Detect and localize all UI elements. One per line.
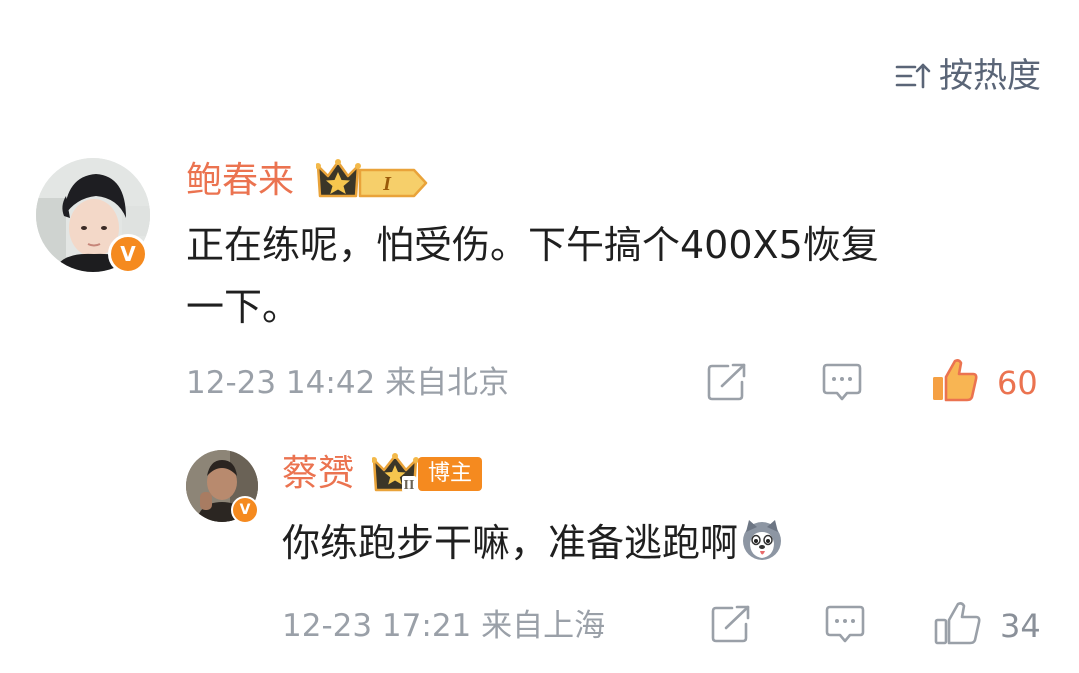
comment-icon xyxy=(822,363,862,401)
sort-by-heat-button[interactable]: 按热度 xyxy=(895,56,1041,96)
like-count: 60 xyxy=(997,364,1038,402)
comment-time: 12-23 14:42 xyxy=(186,365,376,401)
thumbs-up-icon xyxy=(934,602,981,645)
comment-text: 正在练呢，怕受伤。下午搞个400X5恢复 一下。 xyxy=(186,214,1036,338)
share-icon xyxy=(711,605,750,643)
reply-button[interactable] xyxy=(824,604,866,650)
reply-text: 你练跑步干嘛，准备逃跑啊 xyxy=(282,512,784,580)
svg-text:I: I xyxy=(382,173,392,195)
sort-icon xyxy=(895,63,931,89)
user-level-badge[interactable]: II xyxy=(371,452,420,498)
verified-badge-icon: V xyxy=(231,496,259,524)
comment-icon xyxy=(825,605,865,643)
blogger-tag: 博主 xyxy=(418,457,483,491)
like-button[interactable] xyxy=(933,600,983,650)
like-button[interactable] xyxy=(930,357,980,407)
reply-author-name[interactable]: 蔡赟 xyxy=(282,452,354,496)
share-button[interactable] xyxy=(706,362,748,406)
comment-text-line: 正在练呢，怕受伤。下午搞个400X5恢复 xyxy=(186,223,879,267)
verified-badge-icon: V xyxy=(108,234,148,274)
svg-text:II: II xyxy=(404,478,415,493)
user-level-badge[interactable]: I xyxy=(315,156,430,206)
comment-location: 来自北京 xyxy=(385,365,510,401)
husky-emoji-icon xyxy=(740,518,784,580)
comment-author-name[interactable]: 鲍春来 xyxy=(186,159,294,203)
reply-meta: 12-23 17:21 来自上海 xyxy=(282,606,605,646)
reply-time: 12-23 17:21 xyxy=(282,608,472,644)
reply-button[interactable] xyxy=(821,362,863,408)
share-button[interactable] xyxy=(710,604,752,648)
thumbs-up-icon xyxy=(933,359,978,402)
reply-text-content: 你练跑步干嘛，准备逃跑啊 xyxy=(282,521,739,565)
like-count: 34 xyxy=(1000,607,1041,645)
reply-location: 来自上海 xyxy=(481,608,606,644)
comment-meta: 12-23 14:42 来自北京 xyxy=(186,363,509,403)
comment-text-line: 一下。 xyxy=(186,285,301,329)
share-icon xyxy=(707,363,746,401)
sort-label: 按热度 xyxy=(939,56,1041,96)
